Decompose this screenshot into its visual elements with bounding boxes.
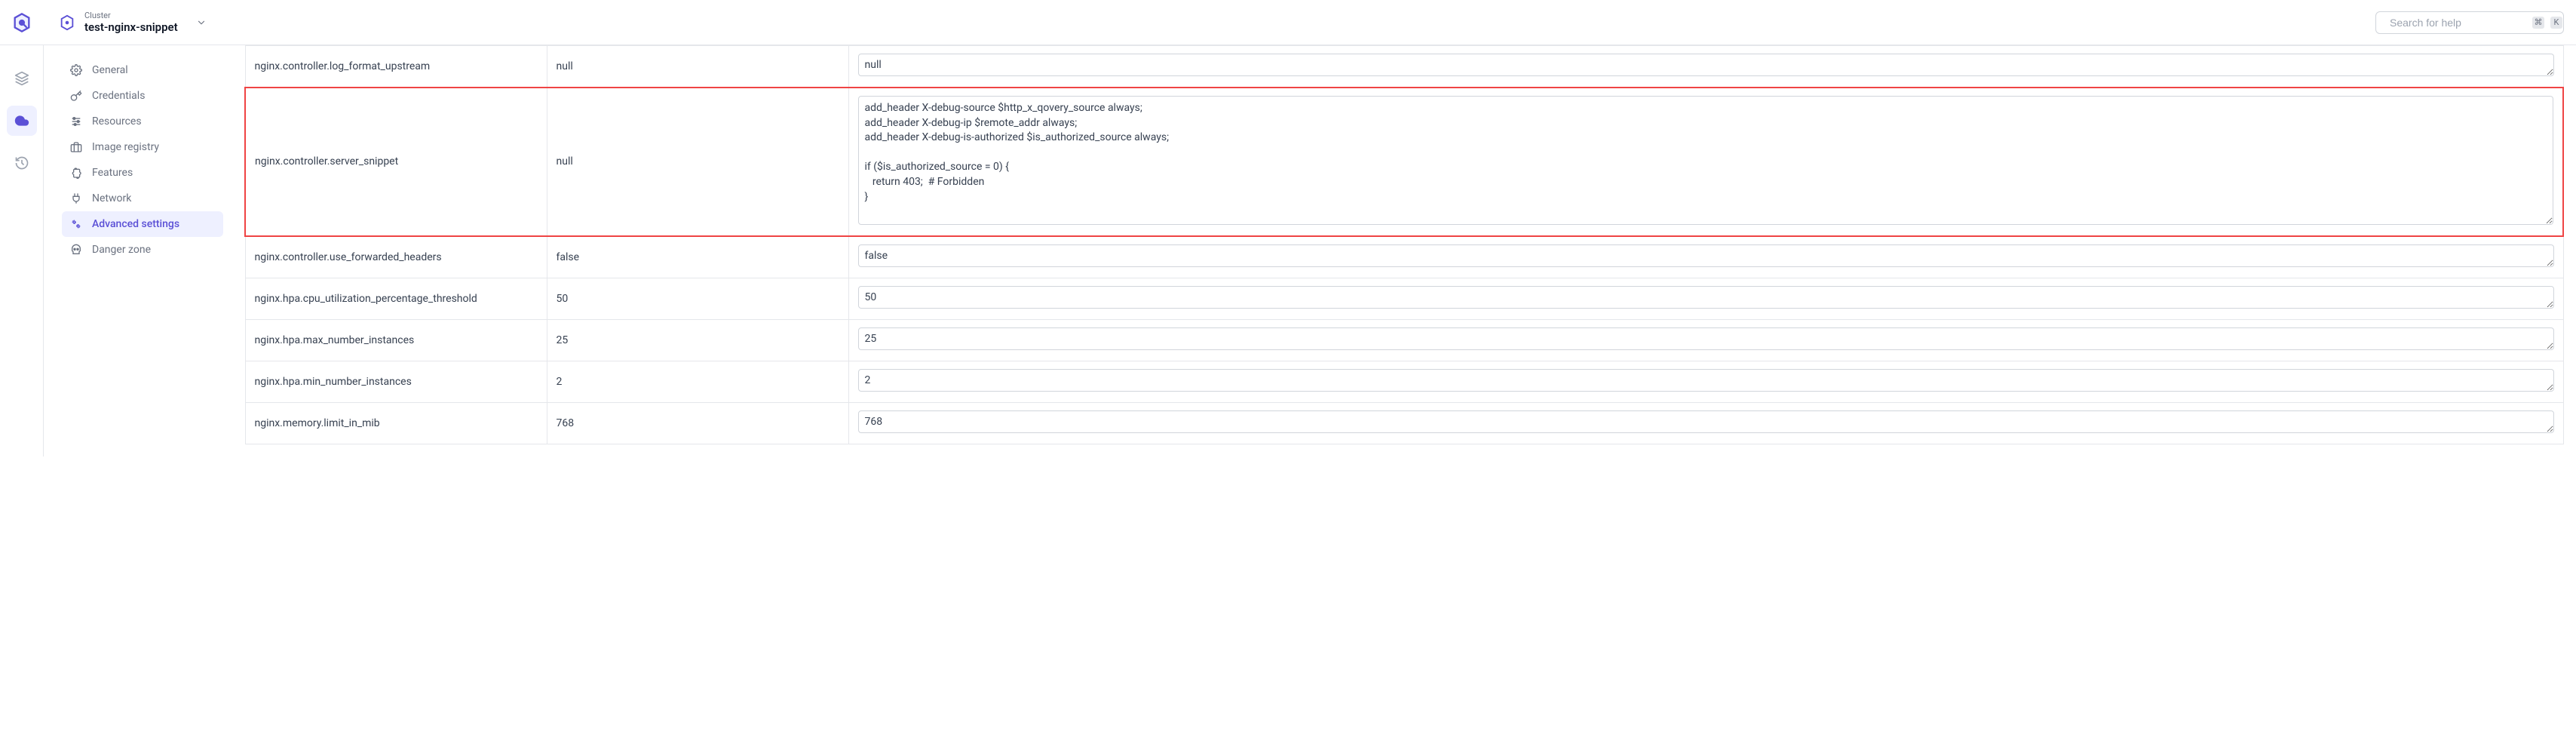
setting-value-input[interactable]	[858, 369, 2554, 392]
briefcase-icon	[69, 140, 83, 154]
table-row: nginx.controller.log_format_upstreamnull	[245, 46, 2563, 88]
table-row: nginx.controller.server_snippetnull	[245, 88, 2563, 236]
setting-default: 2	[547, 361, 848, 402]
setting-default: 25	[547, 319, 848, 361]
rail-item-cloud[interactable]	[7, 106, 37, 136]
sidebar-item-resources[interactable]: Resources	[62, 109, 223, 134]
setting-default: null	[547, 46, 848, 88]
setting-key: nginx.memory.limit_in_mib	[245, 402, 547, 444]
setting-key: nginx.controller.server_snippet	[245, 88, 547, 236]
sidebar-item-label: Credentials	[92, 90, 145, 102]
setting-default: 50	[547, 278, 848, 319]
sliders-icon	[69, 115, 83, 128]
gears-icon	[69, 217, 83, 231]
cluster-name: test-nginx-snippet	[84, 20, 178, 34]
setting-value-cell	[848, 402, 2563, 444]
icon-rail	[0, 45, 44, 457]
rail-item-history[interactable]	[7, 148, 37, 178]
setting-value-cell	[848, 361, 2563, 402]
cluster-selector[interactable]: Cluster test-nginx-snippet	[59, 11, 207, 34]
sidebar-item-advanced-settings[interactable]: Advanced settings	[62, 211, 223, 237]
sidebar-item-label: Advanced settings	[92, 218, 179, 230]
setting-default: null	[547, 88, 848, 236]
search-box[interactable]: ⌘ K	[2375, 11, 2564, 34]
sidebar-item-credentials[interactable]: Credentials	[62, 83, 223, 109]
sidebar-item-label: Resources	[92, 115, 142, 128]
sidebar-item-features[interactable]: Features	[62, 160, 223, 186]
puzzle-icon	[69, 166, 83, 180]
sidebar-item-general[interactable]: General	[62, 57, 223, 83]
kbd-k: K	[2550, 17, 2562, 29]
plug-icon	[69, 192, 83, 205]
sidebar-item-image-registry[interactable]: Image registry	[62, 134, 223, 160]
app-logo[interactable]	[0, 12, 44, 33]
setting-value-input[interactable]	[858, 96, 2554, 225]
sidebar-item-label: Image registry	[92, 141, 159, 153]
setting-value-cell	[848, 88, 2563, 236]
setting-value-cell	[848, 46, 2563, 88]
setting-value-input[interactable]	[858, 410, 2554, 433]
setting-value-cell	[848, 236, 2563, 278]
setting-value-cell	[848, 319, 2563, 361]
sidebar-item-label: General	[92, 64, 128, 76]
sidebar-item-label: Network	[92, 192, 131, 204]
setting-key: nginx.hpa.max_number_instances	[245, 319, 547, 361]
sidebar-item-danger-zone[interactable]: Danger zone	[62, 237, 223, 263]
setting-value-input[interactable]	[858, 286, 2554, 309]
top-header: Cluster test-nginx-snippet ⌘ K	[0, 0, 2576, 45]
kbd-cmd: ⌘	[2532, 17, 2544, 29]
chevron-down-icon	[196, 17, 207, 28]
setting-key: nginx.controller.use_forwarded_headers	[245, 236, 547, 278]
setting-value-input[interactable]	[858, 244, 2554, 267]
content-area: nginx.controller.log_format_upstreamnull…	[232, 45, 2576, 457]
settings-sidebar: General Credentials Resources Image regi…	[44, 45, 232, 457]
advanced-settings-table: nginx.controller.log_format_upstreamnull…	[244, 45, 2564, 444]
sidebar-item-label: Danger zone	[92, 244, 151, 256]
table-row: nginx.hpa.max_number_instances25	[245, 319, 2563, 361]
skull-icon	[69, 243, 83, 257]
setting-key: nginx.hpa.min_number_instances	[245, 361, 547, 402]
sidebar-item-label: Features	[92, 167, 133, 179]
cluster-label: Cluster	[84, 11, 178, 20]
table-row: nginx.hpa.min_number_instances2	[245, 361, 2563, 402]
setting-value-input[interactable]	[858, 54, 2554, 76]
setting-default: false	[547, 236, 848, 278]
key-icon	[69, 89, 83, 103]
setting-default: 768	[547, 402, 848, 444]
table-row: nginx.memory.limit_in_mib768	[245, 402, 2563, 444]
setting-value-input[interactable]	[858, 327, 2554, 350]
setting-key: nginx.controller.log_format_upstream	[245, 46, 547, 88]
sidebar-item-network[interactable]: Network	[62, 186, 223, 211]
setting-value-cell	[848, 278, 2563, 319]
rail-item-layers[interactable]	[7, 63, 37, 94]
setting-key: nginx.hpa.cpu_utilization_percentage_thr…	[245, 278, 547, 319]
search-input[interactable]	[2390, 17, 2526, 29]
table-row: nginx.hpa.cpu_utilization_percentage_thr…	[245, 278, 2563, 319]
gear-icon	[69, 63, 83, 77]
table-row: nginx.controller.use_forwarded_headersfa…	[245, 236, 2563, 278]
